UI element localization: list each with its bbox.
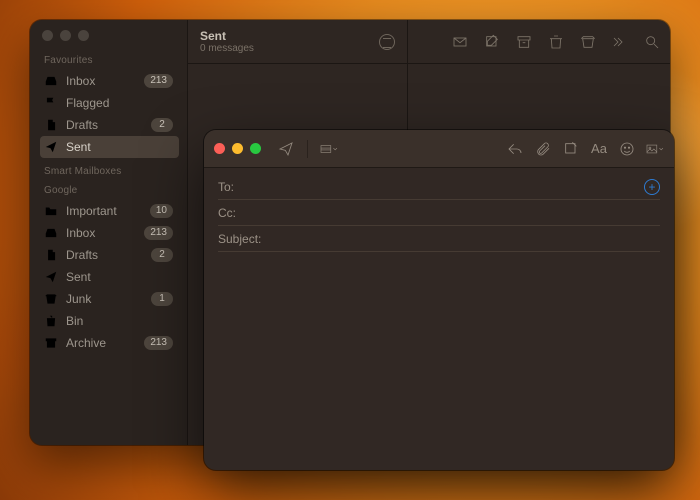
mailbox-count: 0 messages: [200, 43, 254, 54]
traffic-lights-inactive: [40, 30, 179, 41]
junk-icon[interactable]: [580, 34, 596, 50]
more-icon[interactable]: [612, 34, 628, 50]
subject-input[interactable]: [282, 232, 660, 246]
sidebar-item-label: Inbox: [66, 226, 136, 240]
sidebar-item-junk[interactable]: Junk 1: [40, 288, 179, 310]
trash-icon[interactable]: [548, 34, 564, 50]
junk-icon: [44, 292, 58, 306]
sidebar-item-label: Sent: [66, 270, 173, 284]
attachment-icon[interactable]: [534, 140, 552, 158]
badge: 213: [144, 226, 173, 240]
flag-icon: [44, 96, 58, 110]
badge: 1: [151, 292, 173, 306]
sidebar-item-label: Important: [66, 204, 142, 218]
compose-body[interactable]: [204, 252, 674, 452]
cc-field-row: Cc:: [218, 200, 660, 226]
inbox-icon: [44, 226, 58, 240]
section-google: Google: [44, 185, 175, 196]
badge: 2: [151, 118, 173, 132]
sidebar-item-sent-google[interactable]: Sent: [40, 266, 179, 288]
send-icon[interactable]: [277, 140, 295, 158]
traffic-lights: [214, 143, 261, 154]
section-smart: Smart Mailboxes: [44, 166, 175, 177]
subject-label: Subject:: [218, 232, 274, 246]
sidebar-item-drafts-google[interactable]: Drafts 2: [40, 244, 179, 266]
sidebar-item-label: Junk: [66, 292, 143, 306]
message-list-header: Sent 0 messages: [188, 20, 407, 64]
sidebar-item-important[interactable]: Important 10: [40, 200, 179, 222]
sidebar-item-flagged[interactable]: Flagged: [40, 92, 179, 114]
separator: [307, 140, 308, 158]
filter-icon[interactable]: [379, 34, 395, 50]
add-recipient-button[interactable]: +: [644, 179, 660, 195]
zoom-button[interactable]: [250, 143, 261, 154]
badge: 213: [144, 74, 173, 88]
envelope-icon[interactable]: [452, 34, 468, 50]
header-fields-icon[interactable]: [320, 140, 338, 158]
compose-window: Aa To: + Cc: Subject:: [204, 130, 674, 470]
minimize-button[interactable]: [232, 143, 243, 154]
search-icon[interactable]: [644, 34, 660, 50]
sidebar: Favourites Inbox 213 Flagged Drafts 2 Se…: [30, 20, 188, 445]
archive-icon[interactable]: [516, 34, 532, 50]
paperplane-icon: [44, 270, 58, 284]
sidebar-item-label: Bin: [66, 314, 173, 328]
sidebar-item-inbox[interactable]: Inbox 213: [40, 70, 179, 92]
mailbox-title: Sent: [200, 29, 254, 43]
sidebar-item-label: Sent: [66, 140, 173, 154]
format-icon[interactable]: Aa: [590, 140, 608, 158]
badge: 213: [144, 336, 173, 350]
sidebar-item-label: Drafts: [66, 118, 143, 132]
compose-fields: To: + Cc: Subject:: [204, 168, 674, 252]
link-icon[interactable]: [562, 140, 580, 158]
emoji-icon[interactable]: [618, 140, 636, 158]
inbox-icon: [44, 74, 58, 88]
folder-icon: [44, 204, 58, 218]
badge: 2: [151, 248, 173, 262]
sidebar-item-label: Flagged: [66, 96, 173, 110]
badge: 10: [150, 204, 173, 218]
close-button[interactable]: [214, 143, 225, 154]
sidebar-item-label: Drafts: [66, 248, 143, 262]
to-field-row: To: +: [218, 174, 660, 200]
sidebar-item-sent[interactable]: Sent: [40, 136, 179, 158]
photo-icon[interactable]: [646, 140, 664, 158]
sidebar-item-label: Archive: [66, 336, 136, 350]
document-icon: [44, 118, 58, 132]
to-label: To:: [218, 180, 264, 194]
close-dot[interactable]: [42, 30, 53, 41]
minimize-dot[interactable]: [60, 30, 71, 41]
sidebar-item-archive[interactable]: Archive 213: [40, 332, 179, 354]
sidebar-item-inbox-google[interactable]: Inbox 213: [40, 222, 179, 244]
to-input[interactable]: [272, 180, 636, 194]
sidebar-item-label: Inbox: [66, 74, 136, 88]
preview-toolbar: [408, 20, 670, 64]
section-favourites: Favourites: [44, 55, 175, 66]
document-icon: [44, 248, 58, 262]
paperplane-icon: [44, 140, 58, 154]
cc-input[interactable]: [272, 206, 660, 220]
subject-field-row: Subject:: [218, 226, 660, 252]
cc-label: Cc:: [218, 206, 264, 220]
trash-icon: [44, 314, 58, 328]
compose-toolbar: Aa: [204, 130, 674, 168]
sidebar-item-bin[interactable]: Bin: [40, 310, 179, 332]
compose-icon[interactable]: [484, 34, 500, 50]
zoom-dot[interactable]: [78, 30, 89, 41]
archive-icon: [44, 336, 58, 350]
reply-icon[interactable]: [506, 140, 524, 158]
sidebar-item-drafts[interactable]: Drafts 2: [40, 114, 179, 136]
